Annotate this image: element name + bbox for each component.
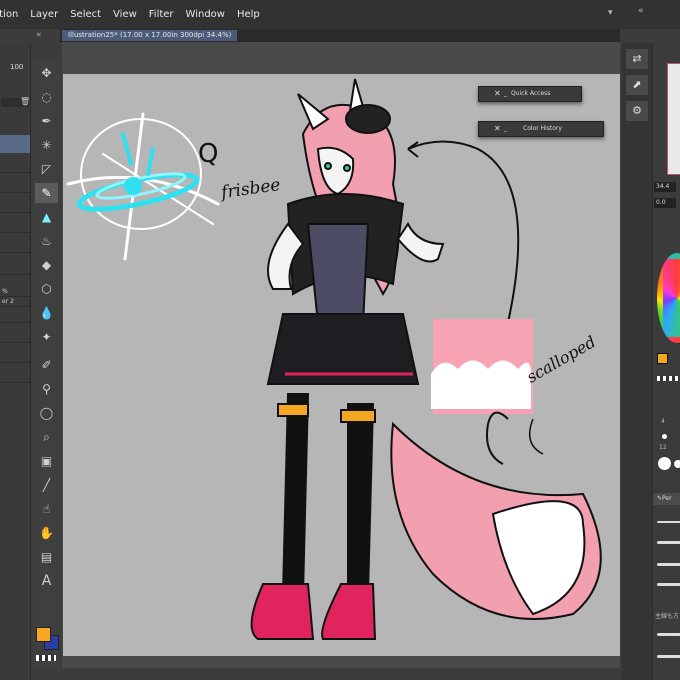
brush-size-a[interactable]: 4 (661, 418, 665, 425)
quick-access-panel[interactable]: ✕ _ Quick Access (478, 86, 582, 102)
quick-access-title: Quick Access (511, 90, 551, 97)
color-history-title: Color History (523, 125, 562, 132)
brush-size-b[interactable]: 12 (659, 444, 667, 451)
right-panel: 4 12 ✎Per 主線も方 (652, 43, 680, 680)
marker-icon[interactable]: ⚲ (35, 379, 58, 399)
arrow-down (486, 411, 509, 465)
layer-row[interactable] (0, 163, 30, 173)
layer-row[interactable] (0, 265, 30, 275)
tool-bar: ✥ ◌ ✒ ✳ ◸ ✎ ▲ ♨ ◆ ⬡ 💧 ✦ ✐ ⚲ ◯ ⌕ ▣ ╱ ☝ ✋ … (33, 59, 60, 669)
layer-row[interactable] (0, 313, 30, 323)
layer-row[interactable] (0, 353, 30, 363)
move-icon[interactable]: ✥ (35, 63, 58, 83)
brush-stroke[interactable] (657, 541, 680, 544)
brush-stroke[interactable] (657, 563, 680, 566)
left-collapse-icon[interactable]: « (36, 30, 42, 40)
layer-row-selected[interactable] (0, 135, 30, 153)
close-icon[interactable]: ✕ (494, 87, 501, 101)
brush-jp-label: 主線も方 (655, 613, 680, 620)
navigator-thumbnail[interactable] (667, 63, 680, 175)
main-color-chip[interactable] (657, 353, 668, 364)
frame-icon[interactable]: ▤ (35, 547, 58, 567)
frisbee-sketch (66, 112, 220, 261)
panel-collapse-icon[interactable]: « (638, 6, 644, 16)
menu-animation[interactable]: ation (0, 9, 24, 20)
active-pen-tool[interactable]: ✎ (35, 183, 58, 203)
brush-stroke[interactable] (657, 633, 680, 636)
value-field-b[interactable]: 0.0 (654, 198, 676, 208)
collapse-menu-icon[interactable]: ▾ (608, 8, 613, 18)
paint-icon[interactable]: ▲ (35, 207, 58, 227)
right-icon-strip: ⇄ ⬈ ⚙ (622, 43, 652, 680)
brush-stroke[interactable] (657, 583, 680, 586)
lasso-select-icon[interactable]: ◌ (35, 87, 58, 107)
pen-alt-icon[interactable]: ✐ (35, 355, 58, 375)
zoom-icon[interactable]: ⌕ (35, 427, 58, 447)
drawing-canvas[interactable]: Q frisbee scalloped (63, 74, 620, 656)
gradient-icon[interactable]: ▣ (35, 451, 58, 471)
brush-dot-large[interactable] (658, 457, 671, 470)
layer-row[interactable] (0, 223, 30, 233)
brush-stroke[interactable] (657, 521, 680, 523)
layer-row[interactable] (0, 183, 30, 193)
scalloped-swatch (431, 360, 531, 409)
brush-dot-small[interactable] (662, 434, 667, 439)
menu-help[interactable]: Help (231, 9, 266, 20)
document-tab-title: Illustration25* (17.00 x 17.00in 300dpi … (68, 31, 232, 39)
fill-icon[interactable]: ◆ (35, 255, 58, 275)
swap-icon[interactable]: ⇄ (626, 49, 648, 69)
main-color-swatch[interactable] (36, 627, 51, 642)
menu-layer[interactable]: Layer (24, 9, 64, 20)
annotation-q: Q (198, 139, 219, 169)
hand-icon[interactable]: ✋ (35, 523, 58, 543)
bucket-icon[interactable]: ♨ (35, 231, 58, 251)
trash-icon[interactable]: 🗑 (20, 97, 30, 106)
value-field-a[interactable]: 34.4 (654, 182, 676, 192)
layer-row[interactable] (0, 243, 30, 253)
menu-window[interactable]: Window (180, 9, 231, 20)
menu-filter[interactable]: Filter (143, 9, 180, 20)
brush-stroke[interactable] (657, 655, 680, 658)
sparkle-icon[interactable]: ✳ (35, 135, 58, 155)
transparent-chip[interactable] (657, 376, 679, 381)
operation-icon[interactable]: ☝ (35, 499, 58, 519)
transparent-swatch[interactable] (36, 655, 56, 661)
eraser-icon[interactable]: ⬡ (35, 279, 58, 299)
blend-icon[interactable]: 💧 (35, 303, 58, 323)
layer-row[interactable] (0, 333, 30, 343)
color-wheel[interactable] (657, 253, 680, 343)
settings-icon[interactable]: ⚙ (626, 101, 648, 121)
color-history-panel[interactable]: ✕ _ Color History (478, 121, 604, 137)
close-icon[interactable]: ✕ (494, 122, 501, 136)
menu-bar: ation Layer Select View Filter Window He… (0, 0, 680, 29)
layer-row[interactable] (0, 203, 30, 213)
layer-row[interactable] (0, 373, 30, 383)
layer-row-name[interactable]: er 2 (0, 297, 30, 307)
brush-label-text: Per (662, 495, 672, 502)
text-icon[interactable]: A (35, 571, 58, 591)
brush-label[interactable]: ✎Per (653, 493, 680, 505)
brush-dot-medium[interactable] (674, 460, 680, 468)
eyedropper-icon[interactable]: ✒ (35, 111, 58, 131)
pen-icon: ✎ (35, 183, 58, 203)
layer-panel: 100 🗑 % er 2 (0, 43, 31, 680)
export-icon[interactable]: ⬈ (626, 75, 648, 95)
layer-row-pct[interactable]: % (0, 287, 30, 297)
line-icon[interactable]: ╱ (35, 475, 58, 495)
opacity-value[interactable]: 100 (10, 63, 23, 71)
document-tab[interactable]: Illustration25* (17.00 x 17.00in 300dpi … (62, 30, 238, 41)
lasso-icon[interactable]: ◯ (35, 403, 58, 423)
menu-select[interactable]: Select (64, 9, 107, 20)
decorate-icon[interactable]: ✦ (35, 327, 58, 347)
shape-icon[interactable]: ◸ (35, 159, 58, 179)
menu-view[interactable]: View (107, 9, 143, 20)
